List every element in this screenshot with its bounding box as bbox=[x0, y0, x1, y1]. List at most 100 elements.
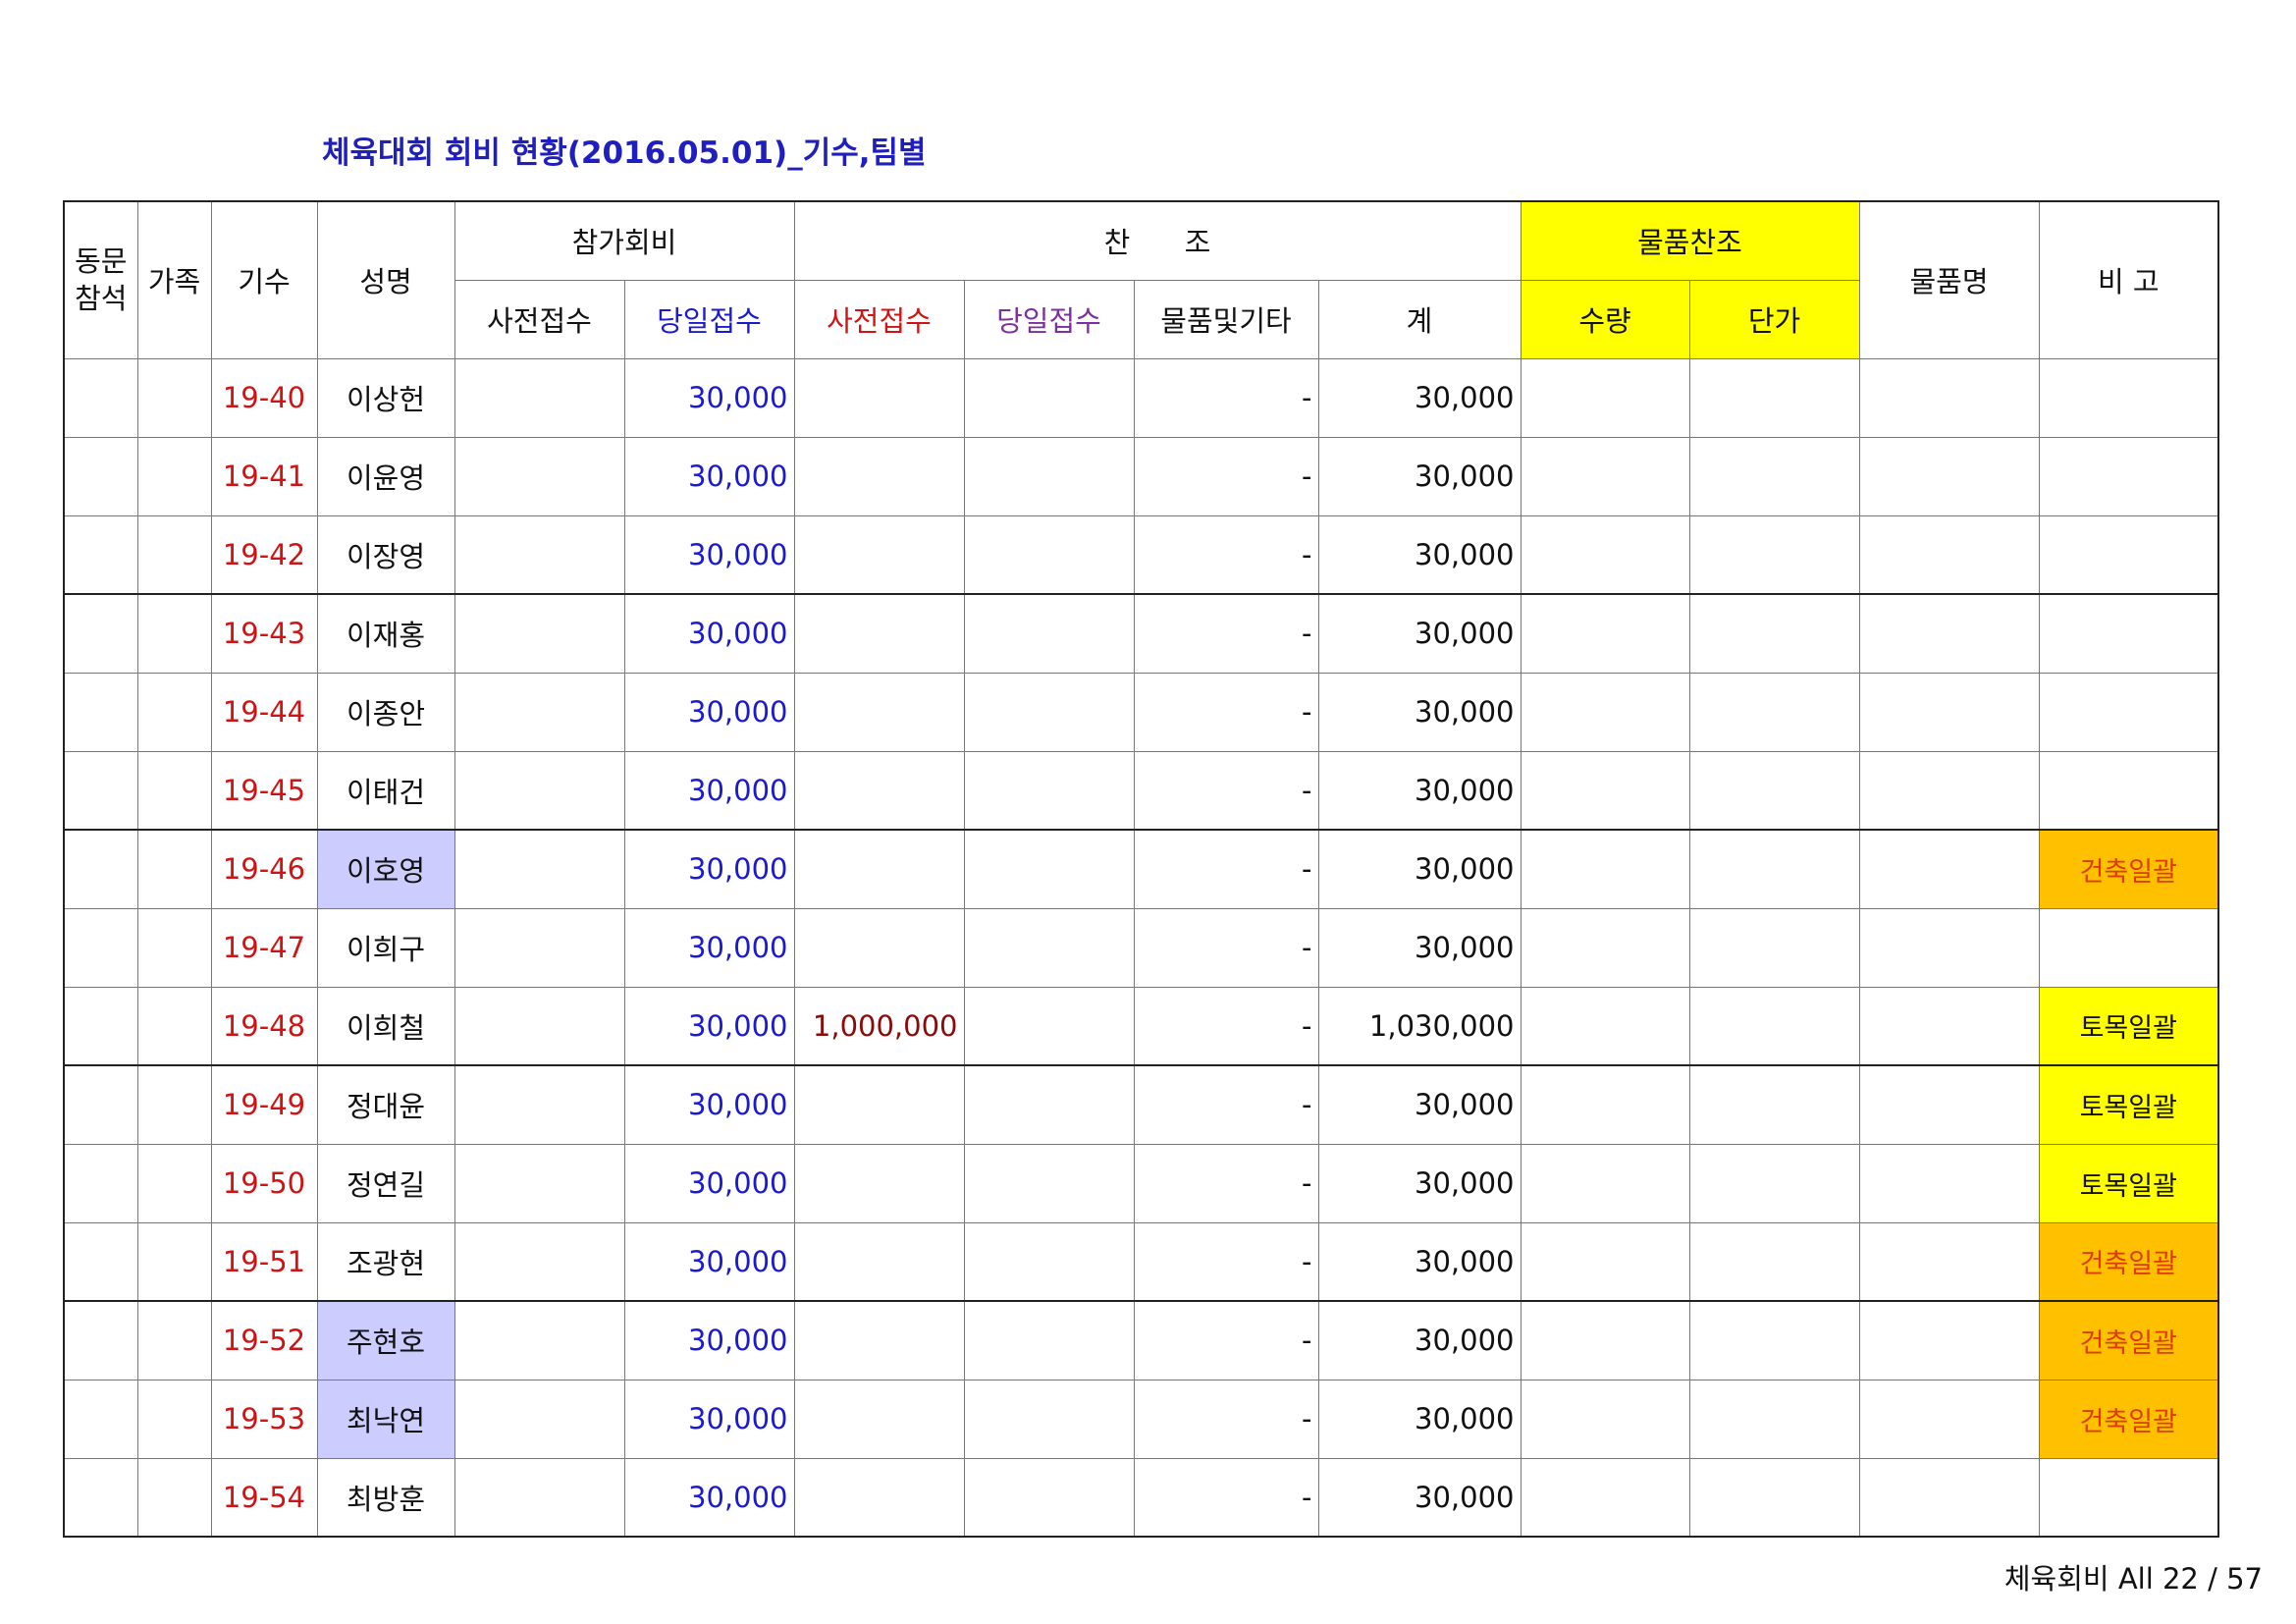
header-sp-pre: 사전접수 bbox=[793, 279, 965, 359]
cell-name: 이종안 bbox=[316, 672, 455, 752]
cell-name: 이희구 bbox=[316, 907, 455, 988]
cell-goods-name bbox=[1858, 1379, 2040, 1459]
cell-sp-goods: - bbox=[1133, 1143, 1319, 1223]
header-attend-line1: 동문 bbox=[75, 244, 128, 279]
header-sponsor-group: 찬 조 bbox=[793, 200, 1522, 281]
cell-fee-day: 30,000 bbox=[623, 436, 795, 516]
cell-goods-price bbox=[1688, 672, 1860, 752]
cell-remark: 토목일괄 bbox=[2038, 1064, 2219, 1145]
fee-table: 동문 참석 가족 기수 성명 참가회비 찬 조 물품찬조 물품명 비 고 사전접수… bbox=[63, 200, 2219, 1538]
cell-remark: 토목일괄 bbox=[2038, 1143, 2219, 1223]
cell-sp-day bbox=[963, 1064, 1135, 1145]
header-attend: 동문 참석 bbox=[63, 200, 138, 359]
cell-name: 이상헌 bbox=[316, 357, 455, 438]
document-title: 체육대회 회비 현황(2016.05.01)_기수,팀별 bbox=[322, 135, 927, 171]
cell-goods-name bbox=[1858, 672, 2040, 752]
cell-family bbox=[136, 357, 212, 438]
cell-family bbox=[136, 436, 212, 516]
header-sp-day: 당일접수 bbox=[963, 279, 1135, 359]
cell-sp-pre bbox=[793, 1379, 965, 1459]
cell-total: 30,000 bbox=[1317, 514, 1522, 595]
cell-goods-price bbox=[1688, 1143, 1860, 1223]
cell-remark bbox=[2038, 672, 2219, 752]
cell-family bbox=[136, 1221, 212, 1302]
cell-cohort: 19-54 bbox=[210, 1457, 318, 1538]
cell-remark bbox=[2038, 907, 2219, 988]
cell-sp-goods: - bbox=[1133, 357, 1319, 438]
cell-family bbox=[136, 750, 212, 831]
cell-attend bbox=[63, 1143, 138, 1223]
cell-fee-pre bbox=[454, 986, 625, 1066]
header-name: 성명 bbox=[316, 200, 455, 359]
cell-goods-price bbox=[1688, 436, 1860, 516]
cell-sp-pre bbox=[793, 750, 965, 831]
header-fee-pre: 사전접수 bbox=[454, 279, 625, 359]
cell-family bbox=[136, 1300, 212, 1380]
cell-cohort: 19-46 bbox=[210, 829, 318, 909]
cell-fee-day: 30,000 bbox=[623, 1379, 795, 1459]
cell-remark bbox=[2038, 750, 2219, 831]
cell-goods-name bbox=[1858, 1064, 2040, 1145]
cell-goods-name bbox=[1858, 1143, 2040, 1223]
cell-cohort: 19-52 bbox=[210, 1300, 318, 1380]
cell-name: 이희철 bbox=[316, 986, 455, 1066]
cell-sp-pre bbox=[793, 1064, 965, 1145]
cell-sp-pre bbox=[793, 514, 965, 595]
cell-attend bbox=[63, 1064, 138, 1145]
cell-total: 30,000 bbox=[1317, 436, 1522, 516]
cell-name: 이윤영 bbox=[316, 436, 455, 516]
cell-attend bbox=[63, 907, 138, 988]
cell-goods-qty bbox=[1520, 907, 1690, 988]
cell-remark: 건축일괄 bbox=[2038, 829, 2219, 909]
table-row: 19-40 이상헌 30,000-30,000 bbox=[63, 357, 2219, 438]
cell-attend bbox=[63, 1221, 138, 1302]
cell-name: 이태건 bbox=[316, 750, 455, 831]
cell-attend bbox=[63, 672, 138, 752]
cell-sp-day bbox=[963, 1300, 1135, 1380]
header-goods-price: 단가 bbox=[1688, 279, 1860, 359]
cell-name: 정연길 bbox=[316, 1143, 455, 1223]
cell-remark: 건축일괄 bbox=[2038, 1300, 2219, 1380]
cell-goods-name bbox=[1858, 829, 2040, 909]
cell-sp-pre bbox=[793, 357, 965, 438]
cell-goods-price bbox=[1688, 357, 1860, 438]
cell-sp-day bbox=[963, 436, 1135, 516]
cell-goods-qty bbox=[1520, 1379, 1690, 1459]
table-header: 동문 참석 가족 기수 성명 참가회비 찬 조 물품찬조 물품명 비 고 사전접수… bbox=[63, 200, 2219, 359]
cell-attend bbox=[63, 750, 138, 831]
header-family: 가족 bbox=[136, 200, 212, 359]
cell-fee-day: 30,000 bbox=[623, 750, 795, 831]
cell-goods-name bbox=[1858, 436, 2040, 516]
cell-name: 조광현 bbox=[316, 1221, 455, 1302]
cell-total: 30,000 bbox=[1317, 672, 1522, 752]
cell-attend bbox=[63, 1457, 138, 1538]
cell-goods-qty bbox=[1520, 514, 1690, 595]
cell-sp-day bbox=[963, 1221, 1135, 1302]
cell-sp-pre bbox=[793, 1143, 965, 1223]
cell-remark bbox=[2038, 514, 2219, 595]
cell-remark bbox=[2038, 436, 2219, 516]
cell-sp-day bbox=[963, 593, 1135, 674]
cell-sp-goods: - bbox=[1133, 986, 1319, 1066]
cell-goods-qty bbox=[1520, 1457, 1690, 1538]
cell-family bbox=[136, 1143, 212, 1223]
table-row: 19-51 조광현 30,000-30,000 건축일괄 bbox=[63, 1221, 2219, 1302]
cell-total: 30,000 bbox=[1317, 1457, 1522, 1538]
cell-goods-qty bbox=[1520, 593, 1690, 674]
table-row: 19-41 이윤영 30,000-30,000 bbox=[63, 436, 2219, 516]
cell-fee-pre bbox=[454, 1064, 625, 1145]
cell-fee-day: 30,000 bbox=[623, 907, 795, 988]
cell-goods-price bbox=[1688, 1064, 1860, 1145]
cell-goods-qty bbox=[1520, 1143, 1690, 1223]
header-sp-total: 계 bbox=[1317, 279, 1522, 359]
cell-goods-name bbox=[1858, 357, 2040, 438]
cell-goods-qty bbox=[1520, 829, 1690, 909]
cell-remark: 건축일괄 bbox=[2038, 1379, 2219, 1459]
cell-remark: 토목일괄 bbox=[2038, 986, 2219, 1066]
cell-total: 1,030,000 bbox=[1317, 986, 1522, 1066]
cell-goods-qty bbox=[1520, 986, 1690, 1066]
page-footer: 체육회비 All 22 / 57 bbox=[2003, 1562, 2263, 1596]
cell-total: 30,000 bbox=[1317, 1379, 1522, 1459]
cell-sp-pre bbox=[793, 829, 965, 909]
cell-attend bbox=[63, 593, 138, 674]
